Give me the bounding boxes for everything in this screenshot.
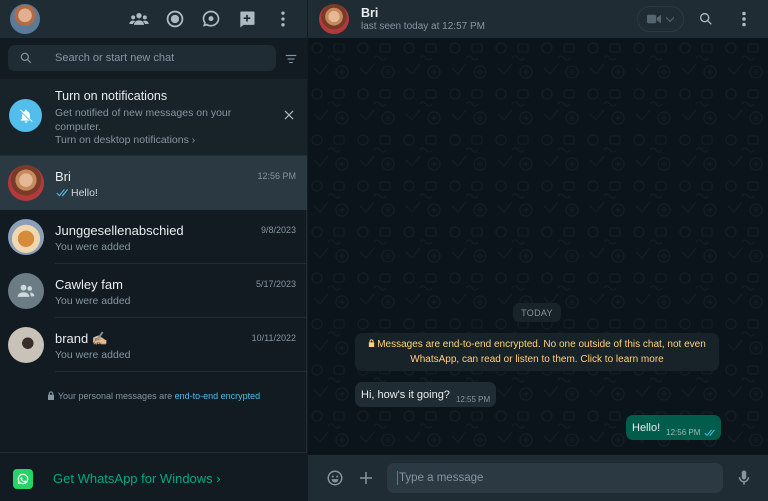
lock-icon <box>368 337 375 347</box>
menu-icon[interactable] <box>273 9 293 29</box>
encryption-notice[interactable]: Messages are end-to-end encrypted. No on… <box>355 333 719 371</box>
get-app-label[interactable]: Get WhatsApp for Windows › <box>53 471 221 486</box>
chat-item-brand[interactable]: brand ✍🏼 10/11/2022 You were added <box>0 318 307 372</box>
chat-name: brand ✍🏼 <box>55 331 109 346</box>
chat-name: Junggesellenabschied <box>55 223 184 238</box>
double-check-icon <box>56 189 68 197</box>
search-box[interactable] <box>8 45 276 71</box>
sidebar-header <box>0 0 307 38</box>
contact-avatar[interactable] <box>319 4 349 34</box>
chat-last-message: You were added <box>55 295 131 307</box>
message-time: 12:55 PM <box>455 395 491 404</box>
chat-time: 10/11/2022 <box>251 333 296 343</box>
lock-icon <box>47 391 55 400</box>
chat-item-junggesellenabschied[interactable]: Junggesellenabschied 9/8/2023 You were a… <box>0 210 307 264</box>
search-icon <box>20 52 32 64</box>
chat-list: Bri 12:56 PM Hello! Junggesellenabschied… <box>0 156 307 372</box>
outgoing-message[interactable]: Hello! 12:56 PM <box>626 415 722 440</box>
notification-text: Get notified of new messages on your com… <box>55 107 232 133</box>
chat-last-message: Hello! <box>55 187 98 199</box>
chevron-down-icon <box>666 16 674 22</box>
chat-last-text: You were added <box>55 295 131 307</box>
video-call-button[interactable] <box>637 6 684 32</box>
chat-last-message: You were added <box>55 349 131 361</box>
whatsapp-logo-icon <box>13 469 33 489</box>
status-icon[interactable] <box>165 9 185 29</box>
new-chat-icon[interactable] <box>237 9 257 29</box>
chat-item-cawley-fam[interactable]: Cawley fam 5/17/2023 You were added <box>0 264 307 318</box>
chat-last-text: You were added <box>55 349 131 361</box>
video-camera-icon <box>647 14 661 24</box>
conversation-header[interactable]: Bri last seen today at 12:57 PM <box>308 0 768 38</box>
attach-plus-icon[interactable] <box>357 469 375 487</box>
search-bar <box>0 38 307 79</box>
notification-banner[interactable]: Turn on notifications Get notified of ne… <box>0 79 307 156</box>
contact-status: last seen today at 12:57 PM <box>361 21 485 32</box>
menu-icon[interactable] <box>738 11 750 27</box>
text-caret <box>397 471 398 485</box>
chat-time: 12:56 PM <box>257 171 296 181</box>
chat-last-text: Hello! <box>71 187 98 199</box>
close-icon[interactable] <box>282 108 296 122</box>
date-separator: TODAY <box>513 303 561 322</box>
chat-last-message: You were added <box>55 241 131 253</box>
encryption-link[interactable]: end-to-end encrypted <box>175 391 261 401</box>
chat-item-bri[interactable]: Bri 12:56 PM Hello! <box>0 156 307 210</box>
chat-time: 9/8/2023 <box>260 225 296 235</box>
microphone-icon[interactable] <box>735 469 753 487</box>
message-meta: 12:56 PM <box>666 428 716 437</box>
chat-name: Cawley fam <box>55 277 123 292</box>
chat-time: 5/17/2023 <box>255 279 296 289</box>
chat-last-text: You were added <box>55 241 131 253</box>
encryption-footer-note: Your personal messages are end-to-end en… <box>0 391 307 401</box>
encryption-notice-text: Messages are end-to-end encrypted. No on… <box>377 339 706 365</box>
group-avatar-icon <box>8 273 44 309</box>
bell-off-icon <box>9 99 42 132</box>
conversation-panel: Bri last seen today at 12:57 PM TODAY Me… <box>308 0 768 501</box>
message-text: Hello! <box>632 421 661 434</box>
double-check-icon <box>704 429 716 436</box>
search-input[interactable] <box>55 45 265 71</box>
avatar <box>8 165 44 201</box>
notification-link[interactable]: Turn on desktop notifications › <box>55 134 195 146</box>
communities-icon[interactable] <box>129 9 149 29</box>
filter-icon[interactable] <box>284 52 298 66</box>
message-time: 12:56 PM <box>666 428 701 437</box>
encryption-note-text: Your personal messages are <box>57 391 175 401</box>
get-app-banner[interactable]: Get WhatsApp for Windows › <box>0 452 307 501</box>
avatar <box>8 327 44 363</box>
channels-icon[interactable] <box>201 9 221 29</box>
contact-name: Bri <box>361 6 379 20</box>
chat-list-panel: Turn on notifications Get notified of ne… <box>0 0 307 501</box>
message-input[interactable] <box>387 463 723 493</box>
profile-avatar[interactable] <box>10 4 40 34</box>
message-input-box[interactable] <box>387 463 723 493</box>
chat-name: Bri <box>55 169 71 184</box>
message-text: Hi, how's it going? <box>361 388 450 401</box>
incoming-message[interactable]: Hi, how's it going? 12:55 PM <box>355 382 497 407</box>
avatar <box>8 219 44 255</box>
search-icon[interactable] <box>698 11 714 27</box>
emoji-icon[interactable] <box>326 469 344 487</box>
message-composer <box>308 455 768 501</box>
notification-title: Turn on notifications <box>55 89 168 103</box>
